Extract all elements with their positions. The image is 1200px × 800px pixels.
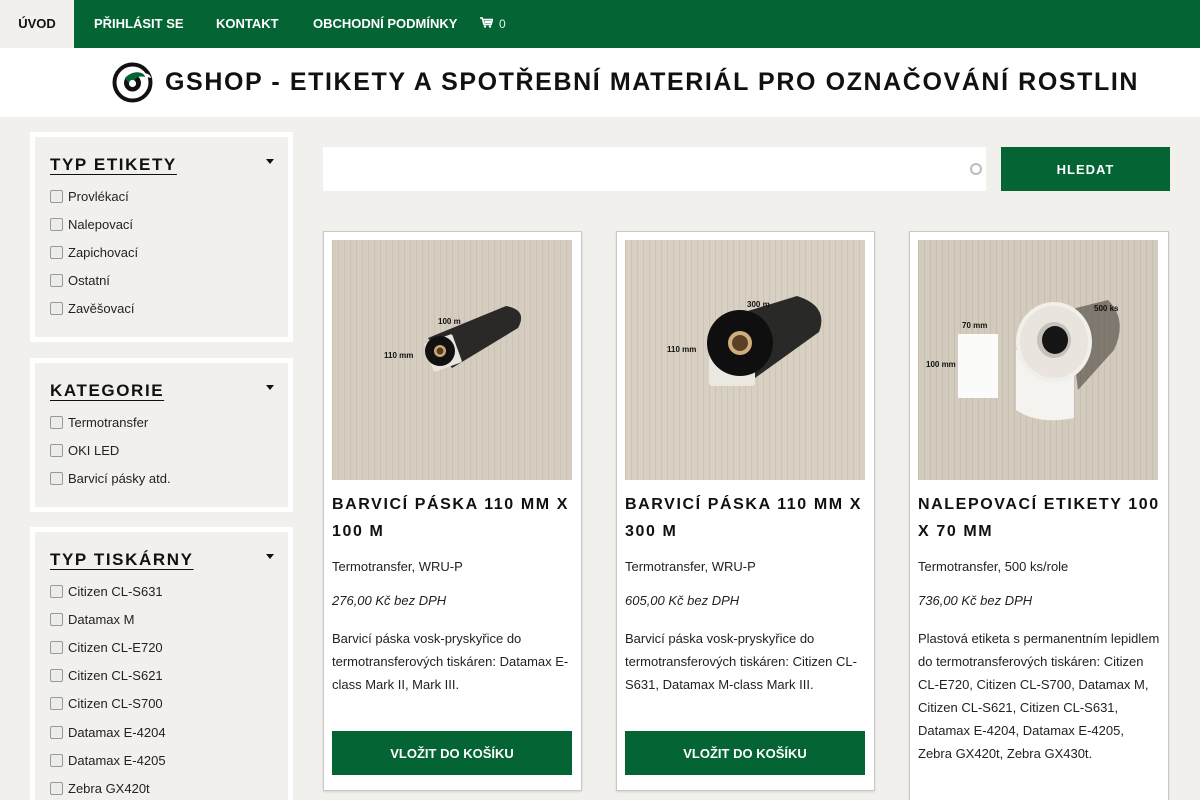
filter-option-label: Datamax E-4204 [68, 724, 166, 740]
checkbox[interactable] [50, 697, 63, 711]
filter-box-category: KATEGORIE Termotransfer OKI LED Barvicí … [30, 358, 293, 512]
image-label: 100 m [438, 317, 461, 326]
product-description: Barvicí páska vosk-pryskyřice do termotr… [332, 631, 569, 692]
product-subtitle: Termotransfer, WRU-P [625, 559, 756, 574]
checkbox[interactable] [50, 189, 63, 203]
nav-login[interactable]: PŘIHLÁSIT SE [94, 0, 184, 48]
filter-option-label: OKI LED [68, 442, 120, 458]
filter-option-label: Citizen CL-S631 [68, 583, 163, 599]
product-price: 605,00 Kč bez DPH [625, 593, 740, 608]
image-label: 110 mm [667, 345, 696, 354]
filter-option[interactable]: Provlékací [50, 182, 273, 210]
image-label: 70 mm [962, 321, 987, 330]
checkbox[interactable] [50, 725, 63, 739]
filter-box-printer-type: TYP TISKÁRNY Citizen CL-S631 Datamax M C… [30, 527, 293, 800]
product-title[interactable]: BARVICÍ PÁSKA 110 MM X 100 M [332, 491, 573, 545]
leaf-at-logo[interactable] [112, 62, 153, 103]
cart-count: 0 [499, 17, 506, 31]
filter-option[interactable]: Citizen CL-S631 [50, 577, 273, 605]
filter-option-label: Zebra GX420t [68, 780, 150, 796]
product-card: 100 m 110 mm BARVICÍ PÁSKA 110 MM X 100 … [323, 231, 582, 791]
image-label: 300 m [747, 300, 770, 309]
filter-option[interactable]: Zapichovací [50, 238, 273, 266]
filter-box-label-type: TYP ETIKETY Provlékací Nalepovací Zapich… [30, 132, 293, 342]
caret-down-icon[interactable] [266, 385, 274, 390]
filter-option[interactable]: Citizen CL-E720 [50, 633, 273, 661]
filter-option-label: Ostatní [68, 273, 110, 289]
search-button[interactable]: HLEDAT [1001, 147, 1170, 191]
checkbox[interactable] [50, 415, 63, 429]
checkbox[interactable] [50, 753, 63, 767]
product-image-label-roll[interactable]: 500 ks 70 mm 100 mm [918, 240, 1158, 480]
product-image-ribbon-roll-large[interactable]: 300 m 110 mm [625, 240, 865, 480]
checkbox[interactable] [50, 471, 63, 485]
filter-option[interactable]: Zavěšovací [50, 295, 273, 323]
filter-option-label: Zapichovací [68, 244, 139, 260]
add-to-cart-button[interactable]: VLOŽIT DO KOŠÍKU [625, 731, 865, 775]
filter-option[interactable]: Nalepovací [50, 210, 273, 238]
filter-option[interactable]: Citizen CL-S700 [50, 690, 273, 718]
image-label: 500 ks [1094, 304, 1119, 313]
checkbox[interactable] [50, 302, 63, 316]
filter-title[interactable]: TYP ETIKETY [50, 155, 273, 175]
nav-home[interactable]: ÚVOD [0, 0, 74, 48]
nav-cart[interactable]: 0 [480, 0, 506, 48]
nav-terms[interactable]: OBCHODNÍ PODMÍNKY [313, 0, 457, 48]
filter-option[interactable]: Datamax E-4205 [50, 746, 273, 774]
product-price: 736,00 Kč bez DPH [918, 593, 1033, 608]
filter-option-label: Datamax M [68, 611, 135, 627]
caret-down-icon[interactable] [266, 159, 274, 164]
product-title[interactable]: BARVICÍ PÁSKA 110 MM X 300 M [625, 491, 866, 545]
checkbox[interactable] [50, 612, 63, 626]
site-title: GSHOP - ETIKETY A SPOTŘEBNÍ MATERIÁL PRO… [165, 68, 1140, 96]
image-label: 110 mm [384, 351, 413, 360]
checkbox[interactable] [50, 443, 63, 457]
checkbox[interactable] [50, 274, 63, 288]
product-subtitle: Termotransfer, 500 ks/role [918, 559, 1069, 574]
nav-contact[interactable]: KONTAKT [216, 0, 279, 48]
filter-option[interactable]: Barvicí pásky atd. [50, 464, 273, 492]
product-description: Barvicí páska vosk-pryskyřice do termotr… [625, 631, 857, 692]
product-subtitle: Termotransfer, WRU-P [332, 559, 463, 574]
filter-option-label: Datamax E-4205 [68, 752, 166, 768]
checkbox[interactable] [50, 640, 63, 654]
filter-option-label: Nalepovací [68, 216, 134, 232]
filter-option-label: Citizen CL-E720 [68, 639, 163, 655]
product-image-ribbon-roll[interactable]: 100 m 110 mm [332, 240, 572, 480]
search-input[interactable] [323, 147, 986, 191]
filter-option-label: Termotransfer [68, 414, 149, 430]
checkbox[interactable] [50, 669, 63, 683]
top-navigation: ÚVOD PŘIHLÁSIT SE KONTAKT OBCHODNÍ PODMÍ… [0, 0, 1200, 48]
filter-option[interactable]: Termotransfer [50, 408, 273, 436]
filter-option[interactable]: Ostatní [50, 267, 273, 295]
product-price: 276,00 Kč bez DPH [332, 593, 447, 608]
filter-option[interactable]: Datamax M [50, 605, 273, 633]
checkbox[interactable] [50, 217, 63, 231]
image-label: 100 mm [926, 360, 956, 369]
product-card: 500 ks 70 mm 100 mm NALEPOVACÍ ETIKETY 1… [909, 231, 1169, 800]
filter-title[interactable]: TYP TISKÁRNY [50, 550, 273, 570]
add-to-cart-button[interactable]: VLOŽIT DO KOŠÍKU [332, 731, 572, 775]
checkbox[interactable] [50, 245, 63, 259]
filter-option-label: Citizen CL-S621 [68, 668, 163, 684]
filter-option[interactable]: Citizen CL-S621 [50, 662, 273, 690]
site-header: GSHOP - ETIKETY A SPOTŘEBNÍ MATERIÁL PRO… [0, 48, 1200, 117]
cart-icon [480, 0, 494, 48]
filter-option-label: Barvicí pásky atd. [68, 470, 171, 486]
filter-option[interactable]: Datamax E-4204 [50, 718, 273, 746]
filter-option-label: Zavěšovací [68, 301, 135, 317]
product-card: 300 m 110 mm BARVICÍ PÁSKA 110 MM X 300 … [616, 231, 875, 791]
filter-option-label: Citizen CL-S700 [68, 696, 163, 712]
product-description: Plastová etiketa s permanentním lepidlem… [918, 631, 1160, 761]
filter-option-label: Provlékací [68, 188, 129, 204]
checkbox[interactable] [50, 584, 63, 598]
caret-down-icon[interactable] [266, 554, 274, 559]
filter-option[interactable]: Zebra GX420t [50, 774, 273, 800]
filter-title[interactable]: KATEGORIE [50, 381, 273, 401]
checkbox[interactable] [50, 781, 63, 795]
loading-spinner-icon [970, 163, 982, 175]
filter-option[interactable]: OKI LED [50, 436, 273, 464]
product-title[interactable]: NALEPOVACÍ ETIKETY 100 X 70 MM [918, 491, 1160, 545]
